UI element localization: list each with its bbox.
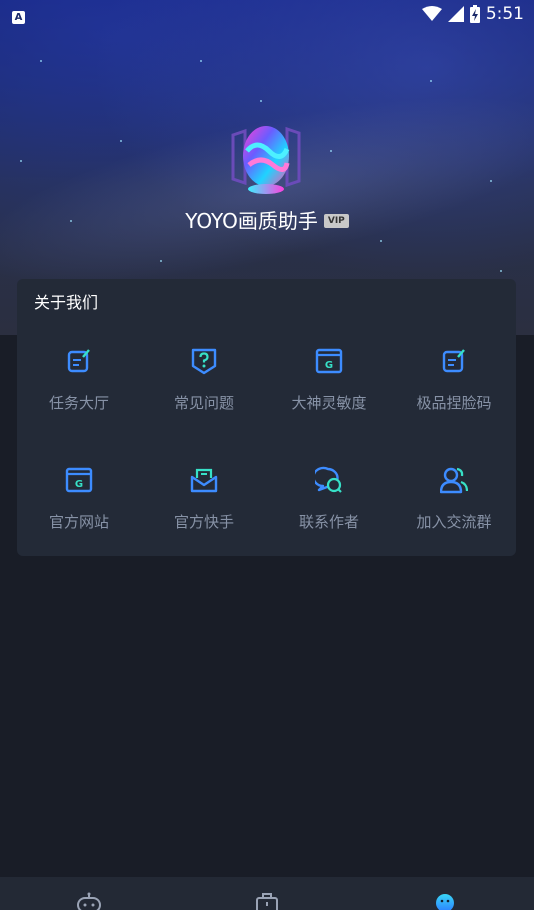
task-icon — [67, 349, 90, 373]
faq-label: 常见问题 — [173, 394, 234, 412]
signal-icon — [447, 6, 464, 22]
official-kuaishou-label: 官方快手 — [173, 513, 234, 531]
battery-icon — [469, 5, 480, 23]
bottom-nav — [0, 877, 534, 910]
yoyo-logo-icon — [231, 126, 301, 194]
status-bar: A 5:51 — [0, 0, 534, 28]
contact-author-label: 联系作者 — [298, 513, 359, 531]
task-hall-item[interactable]: 任务大厅 — [17, 347, 141, 437]
face-code-item[interactable]: 极品捏脸码 — [392, 347, 516, 437]
sensitivity-label: 大神灵敏度 — [291, 394, 367, 412]
chat-bubbles-icon — [315, 466, 342, 493]
app-name-row: YOYO画质助手 VIP — [0, 205, 534, 234]
task-hall-label: 任务大厅 — [48, 394, 109, 412]
status-time: 5:51 — [485, 4, 524, 24]
robot-profile-icon — [436, 894, 454, 910]
toolbox-icon — [256, 893, 278, 910]
nav-toolbox[interactable] — [207, 877, 327, 910]
nav-profile[interactable] — [385, 877, 505, 910]
join-group-item[interactable]: 加入交流群 — [392, 466, 516, 556]
wifi-icon — [421, 6, 442, 21]
app-name: YOYO画质助手 — [185, 209, 318, 233]
vip-badge: VIP — [323, 213, 349, 228]
a-letter-icon: A — [12, 10, 25, 24]
nav-game[interactable] — [29, 877, 149, 910]
inbox-icon — [190, 468, 218, 493]
join-group-label: 加入交流群 — [416, 513, 492, 531]
about-us-title: 关于我们 — [34, 293, 99, 312]
contact-author-item[interactable]: 联系作者 — [267, 466, 391, 556]
official-kuaishou-item[interactable]: 官方快手 — [142, 466, 266, 556]
app-logo[interactable] — [225, 121, 309, 199]
g-window-icon: G — [315, 348, 343, 374]
question-shield-icon — [191, 348, 217, 375]
face-code-label: 极品捏脸码 — [416, 394, 492, 412]
edit-note-icon — [442, 349, 465, 373]
g-window-icon: G — [65, 467, 93, 493]
gamepad-icon — [77, 892, 101, 910]
group-users-icon — [440, 467, 468, 494]
svg-text:G: G — [325, 360, 333, 371]
about-us-card: 关于我们 任务大厅 常见问题 G 大神灵敏度 极品捏脸码 G 官方网站 官方快手… — [17, 279, 516, 556]
svg-text:G: G — [75, 479, 83, 490]
official-site-label: 官方网站 — [48, 513, 109, 531]
official-site-item[interactable]: G 官方网站 — [17, 466, 141, 556]
faq-item[interactable]: 常见问题 — [142, 347, 266, 437]
sensitivity-item[interactable]: G 大神灵敏度 — [267, 347, 391, 437]
